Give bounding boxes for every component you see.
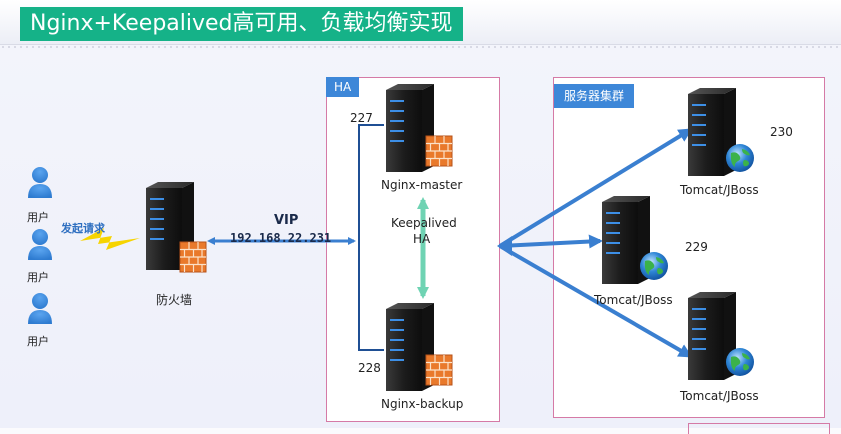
firewall-server-icon [146,182,207,273]
tomcat-server-icon [602,196,668,284]
nginx-backup-server-icon [386,303,453,391]
server-label: Tomcat/JBoss [680,389,759,403]
diagram-canvas [28,84,754,391]
firewall-label: 防火墙 [156,293,193,307]
user-label: 用户 [27,335,49,348]
user-label: 用户 [27,271,49,284]
user-icon [28,293,52,324]
keepalived-label: Keepalived [391,216,457,230]
keepalived-ha-label: HA [413,232,431,246]
server-label: Tomcat/JBoss [594,293,673,307]
backup-label: Nginx-backup [381,397,464,411]
tomcat-server-icon [688,292,754,380]
master-label: Nginx-master [381,178,463,192]
user-icon [28,229,52,260]
nginx-master-server-icon [386,84,453,172]
load-balance-arrow-tail [497,236,512,256]
user-label: 用户 [27,211,49,224]
master-id: 227 [350,111,373,125]
backup-id: 228 [358,361,381,375]
user-icon [28,167,52,198]
server-id: 229 [685,240,708,254]
ha-bracket-line [358,124,384,351]
server-label: Tomcat/JBoss [680,183,759,197]
vip-label: VIP [274,213,299,228]
vip-address: 192.168.22.231 [230,231,332,245]
tomcat-server-icon [688,88,754,176]
request-label: 发起请求 [61,222,105,235]
server-id: 230 [770,125,793,139]
load-balance-arrows [498,128,693,358]
